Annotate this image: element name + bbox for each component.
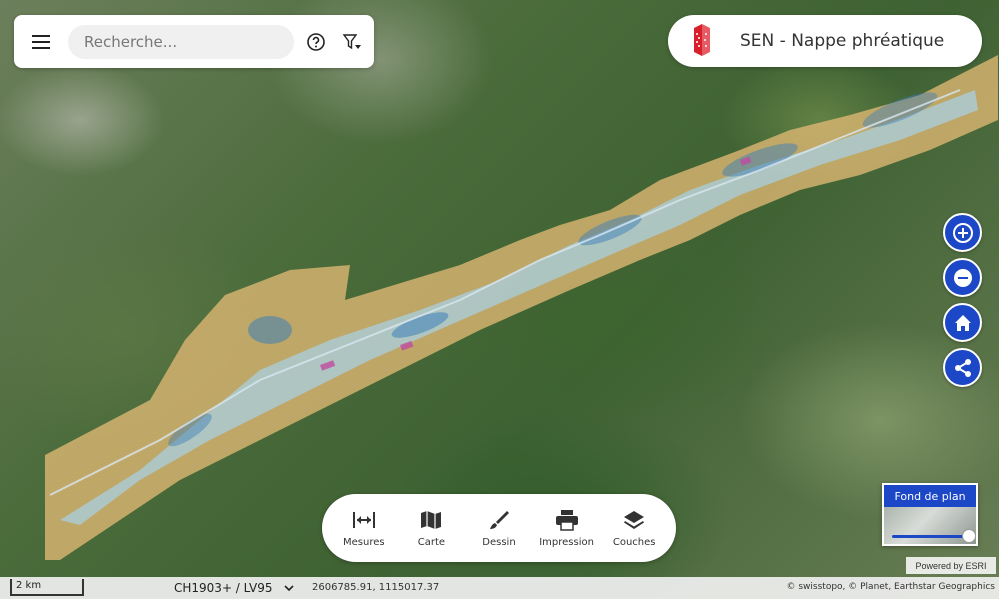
layers-icon <box>624 510 645 529</box>
share-icon <box>954 358 971 377</box>
map-icon <box>421 510 442 529</box>
powered-by: Powered by ESRI <box>906 557 996 574</box>
minus-icon <box>953 268 972 287</box>
chevron-down-icon <box>284 585 294 592</box>
tool-draw-label: Dessin <box>482 536 516 548</box>
hamburger-menu-icon <box>32 34 50 49</box>
tool-map-label: Carte <box>417 536 446 548</box>
app-title-panel: SEN - Nappe phréatique <box>668 15 982 67</box>
share-button[interactable] <box>943 348 982 387</box>
basemap-opacity-track <box>892 535 970 538</box>
tool-print[interactable]: Impression <box>534 509 600 548</box>
tool-print-label: Impression <box>539 536 594 548</box>
tool-draw[interactable]: Dessin <box>466 509 532 548</box>
plus-icon <box>952 222 973 243</box>
home-button[interactable] <box>943 303 982 342</box>
app-title: SEN - Nappe phréatique <box>740 31 945 51</box>
help-icon <box>307 32 325 51</box>
tool-layers-label: Couches <box>612 536 656 548</box>
map-attribution: © swisstopo, © Planet, Earthstar Geograp… <box>786 582 996 592</box>
print-icon <box>555 509 578 531</box>
basemap-toggle[interactable]: Fond de plan <box>882 483 978 546</box>
zoom-out-button[interactable] <box>943 258 982 297</box>
measure-icon <box>352 511 375 528</box>
search-panel <box>14 15 374 68</box>
menu-button[interactable] <box>14 15 68 68</box>
zoom-in-button[interactable] <box>943 213 982 252</box>
status-bar: 2 km CH1903+ / LV95 2606785.91, 1115017.… <box>0 577 999 599</box>
scale-bar: 2 km <box>10 579 84 596</box>
basemap-label: Fond de plan <box>884 485 976 507</box>
crs-select[interactable]: CH1903+ / LV95 <box>170 579 298 597</box>
tool-measures-label: Mesures <box>343 536 385 548</box>
coordinates-readout: 2606785.91, 1115017.37 <box>312 582 440 593</box>
crs-selected-value: CH1903+ / LV95 <box>174 581 273 595</box>
brush-icon <box>489 510 509 529</box>
bottom-toolbar: Mesures Carte Dessin Impression Couches <box>322 494 676 562</box>
search-input[interactable] <box>84 32 294 51</box>
tool-map[interactable]: Carte <box>398 509 464 548</box>
filter-icon <box>342 33 361 49</box>
canton-valais-logo-icon <box>694 24 710 56</box>
search-box <box>68 24 294 59</box>
help-button[interactable] <box>298 24 334 60</box>
filter-button[interactable] <box>334 24 370 60</box>
tool-measures[interactable]: Mesures <box>331 509 397 548</box>
home-icon <box>954 314 971 331</box>
tool-layers[interactable]: Couches <box>601 509 667 548</box>
basemap-opacity-slider[interactable] <box>962 529 976 543</box>
